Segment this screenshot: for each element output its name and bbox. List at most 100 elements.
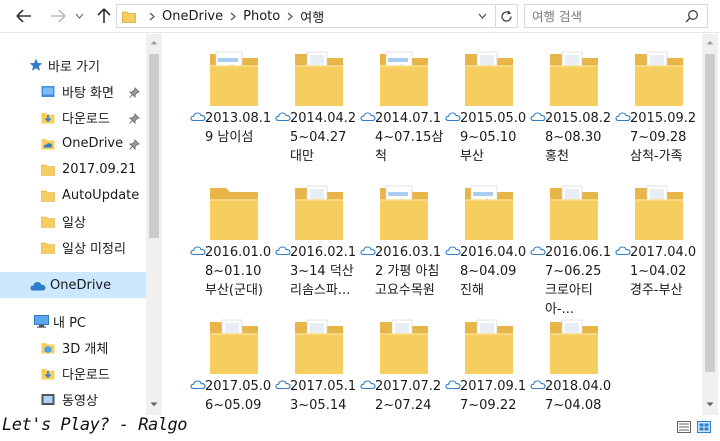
chevron-down-icon xyxy=(75,13,83,19)
nav-scrollbar[interactable] xyxy=(146,34,162,415)
cloud-status-icon xyxy=(360,380,376,390)
address-dropdown-button[interactable] xyxy=(473,5,491,27)
folder-item[interactable]: 2017.07.22~07.24 제주도 xyxy=(360,314,446,415)
nav-item-label: 2017.09.21 xyxy=(62,161,137,177)
folder-icon xyxy=(465,185,513,240)
up-arrow-icon xyxy=(97,8,111,23)
folder-icon xyxy=(380,185,428,240)
folder-item[interactable]: 2016.06.17~06.25 크로아티아-... xyxy=(530,180,616,317)
up-button[interactable] xyxy=(93,6,115,26)
cloud-status-icon xyxy=(275,380,291,390)
cloud-status-icon xyxy=(275,246,291,256)
cloud-status-icon xyxy=(615,112,631,122)
3d-objects-icon xyxy=(40,339,56,355)
nav-item-onedrive[interactable]: OneDrive xyxy=(0,272,146,298)
downloads-folder-icon xyxy=(40,365,56,381)
nav-item-autoupdate[interactable]: AutoUpdate xyxy=(40,182,146,208)
folder-name: 2016.06.17~06.25 크로아티아-... xyxy=(545,245,612,317)
nav-scrollbar-thumb[interactable] xyxy=(149,54,159,238)
nav-item-label: OneDrive xyxy=(62,135,124,151)
folder-item[interactable]: 2013.08.19 남이섬 xyxy=(190,46,276,180)
onedrive-cloud-icon xyxy=(30,277,46,293)
cloud-status-icon xyxy=(275,112,291,122)
recent-locations-button[interactable] xyxy=(72,6,86,26)
breadcrumb-travel[interactable]: 여행 xyxy=(298,7,326,26)
search-box[interactable] xyxy=(524,4,708,28)
nav-item-label: AutoUpdate xyxy=(62,187,140,203)
onedrive-folder-icon xyxy=(40,135,56,151)
folder-icon xyxy=(550,185,598,240)
pin-icon[interactable] xyxy=(129,139,140,150)
refresh-button[interactable] xyxy=(496,4,518,28)
nav-item-label: 다운로드 xyxy=(62,111,110,127)
nav-item-pc-downloads[interactable]: 다운로드 xyxy=(40,360,146,386)
folder-item[interactable]: 2016.01.08~01.10 부산(군대) xyxy=(190,180,276,314)
breadcrumb-separator[interactable] xyxy=(282,5,298,27)
search-input[interactable] xyxy=(532,8,682,24)
refresh-icon xyxy=(501,10,512,22)
folder-item[interactable]: 2015.09.27~09.28 삼척-가족 xyxy=(615,46,700,180)
videos-folder-icon xyxy=(40,391,56,407)
folder-item[interactable]: 2018.04.07~04.08 충주댐 xyxy=(530,314,616,415)
folder-item[interactable]: 2017.05.13~05.14 강화도 xyxy=(275,314,361,415)
navigation-pane: 바로 가기 바탕 화면 다운로드 OneDrive 2017.09.21 Aut… xyxy=(0,34,162,415)
large-icons-view-button[interactable] xyxy=(696,419,712,435)
nav-item-this-pc[interactable]: 내 PC xyxy=(33,308,146,334)
breadcrumb-separator[interactable] xyxy=(144,5,160,27)
nav-item-3d-objects[interactable]: 3D 개체 xyxy=(40,334,146,360)
nav-quick-access[interactable]: 바로 가기 xyxy=(28,52,146,78)
nav-item-videos[interactable]: 동영상 xyxy=(40,386,146,412)
pin-icon[interactable] xyxy=(129,113,140,124)
nav-item-2017-09-21[interactable]: 2017.09.21 xyxy=(40,156,146,182)
nav-item-label: 바탕 화면 xyxy=(62,85,114,101)
chevron-right-icon xyxy=(149,12,155,20)
cloud-status-icon xyxy=(615,246,631,256)
folder-item[interactable]: 2014.04.25~04.27 대만 xyxy=(275,46,361,180)
details-view-icon xyxy=(677,421,691,433)
folder-name: 2017.05.13~05.14 강화도 xyxy=(290,379,357,413)
folder-item[interactable]: 2015.08.28~08.30 홍천 xyxy=(530,46,616,180)
breadcrumb-photo[interactable]: Photo xyxy=(241,9,282,24)
folder-icon xyxy=(40,187,56,203)
forward-button[interactable] xyxy=(47,6,69,26)
nav-item-label: OneDrive xyxy=(50,277,112,293)
address-toolbar: OneDrive Photo 여행 xyxy=(0,0,720,33)
folder-name: 2015.08.28~08.30 홍천 xyxy=(545,111,612,164)
cloud-status-icon xyxy=(190,380,206,390)
scroll-up-icon xyxy=(150,40,158,45)
folder-item[interactable]: 2017.05.06~05.09 제주도 xyxy=(190,314,276,415)
nav-item-daily[interactable]: 일상 xyxy=(40,208,146,234)
folder-icon xyxy=(465,319,513,374)
folder-name: 2014.04.25~04.27 대만 xyxy=(290,111,357,164)
details-view-button[interactable] xyxy=(676,419,692,435)
folder-icon xyxy=(635,51,683,106)
folder-item[interactable]: 2016.04.08~04.09 진해 xyxy=(445,180,531,314)
folder-name: 2016.01.08~01.10 부산(군대) xyxy=(205,245,272,298)
folder-icon xyxy=(465,51,513,106)
cloud-status-icon xyxy=(445,380,461,390)
folder-icon xyxy=(635,185,683,240)
content-scrollbar-thumb[interactable] xyxy=(705,54,715,372)
folder-item[interactable]: 2017.04.01~04.02 경주-부산 xyxy=(615,180,700,314)
folder-item[interactable]: 2017.09.17~09.22 독일- xyxy=(445,314,531,415)
folder-icon xyxy=(40,239,56,255)
folder-item[interactable]: 2015.05.09~05.10 부산 xyxy=(445,46,531,180)
folder-item[interactable]: 2014.07.14~07.15삼척 xyxy=(360,46,446,180)
folder-item[interactable]: 2016.03.12 가평 아침고요수목원 xyxy=(360,180,446,314)
search-icon xyxy=(685,10,698,23)
chevron-right-icon xyxy=(230,12,237,20)
back-button[interactable] xyxy=(13,6,35,26)
nav-item-daily-unsorted[interactable]: 일상 미정리 xyxy=(40,234,146,260)
cloud-status-icon xyxy=(445,246,461,256)
content-scrollbar[interactable] xyxy=(702,34,718,415)
breadcrumb-onedrive[interactable]: OneDrive xyxy=(160,9,225,24)
address-bar[interactable]: OneDrive Photo 여행 xyxy=(116,4,496,28)
folder-name: 2017.05.06~05.09 제주도 xyxy=(205,379,272,413)
folder-name: 2017.09.17~09.22 독일- xyxy=(460,379,527,413)
breadcrumb-separator[interactable] xyxy=(225,5,241,27)
folder-name: 2013.08.19 남이섬 xyxy=(205,111,272,145)
nav-item-label: 동영상 xyxy=(62,393,98,409)
pin-icon[interactable] xyxy=(129,87,140,98)
folder-item[interactable]: 2016.02.13~14 덕산 리솜스파... xyxy=(275,180,361,314)
folder-icon xyxy=(210,188,258,240)
